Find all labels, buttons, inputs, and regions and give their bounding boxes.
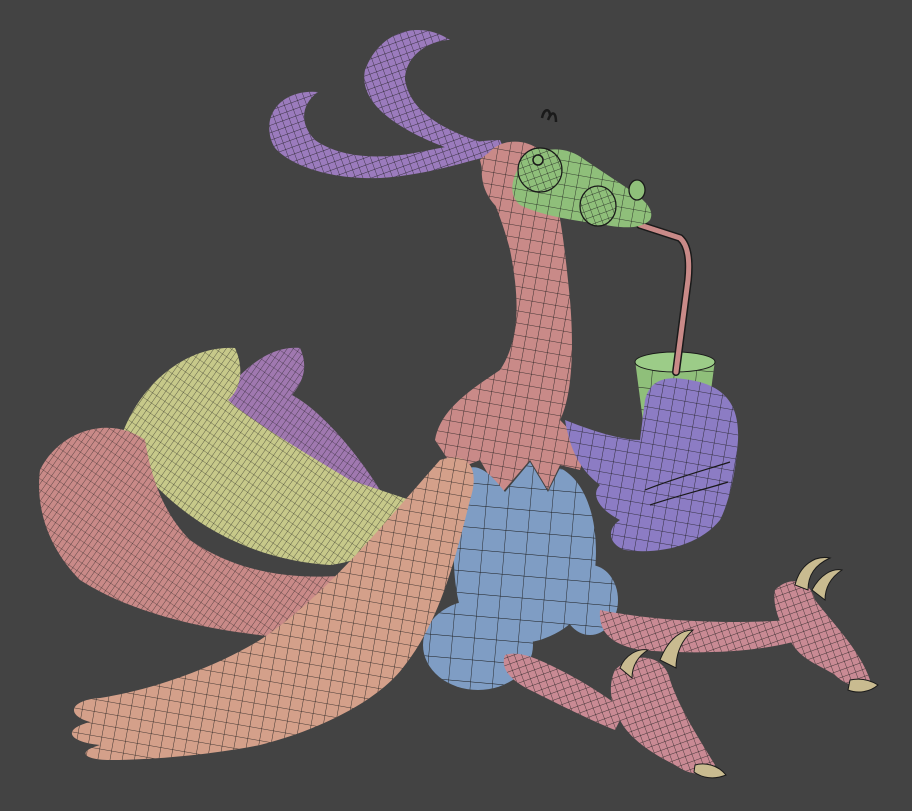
crest-feathers	[269, 30, 505, 179]
sunglasses-lens	[628, 179, 646, 201]
model-render	[39, 30, 879, 779]
eye-pupil	[532, 154, 544, 166]
claw	[847, 678, 879, 693]
claw	[693, 763, 727, 779]
straw	[636, 221, 693, 376]
claw	[811, 569, 844, 602]
3d-viewport[interactable]	[0, 0, 912, 811]
